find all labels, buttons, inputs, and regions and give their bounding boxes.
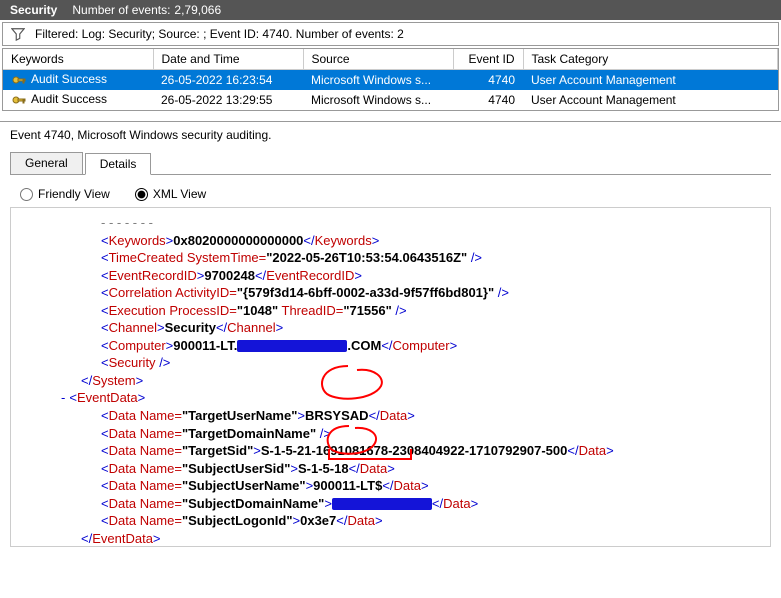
xml-line: <Data Name="TargetUserName">BRSYSAD</Dat… bbox=[101, 407, 760, 425]
col-datetime[interactable]: Date and Time bbox=[153, 49, 303, 70]
col-eventid[interactable]: Event ID bbox=[453, 49, 523, 70]
xml-line: <Computer>900011-LT..COM</Computer> bbox=[101, 337, 760, 355]
friendly-view-radio[interactable]: Friendly View bbox=[20, 187, 110, 201]
xml-line: <Data Name="SubjectLogonId">0x3e7</Data> bbox=[101, 512, 760, 530]
redacted-icon bbox=[237, 340, 347, 352]
event-count-label: Number of events: bbox=[72, 3, 170, 17]
collapse-toggle-icon[interactable]: - bbox=[61, 390, 65, 405]
col-keywords[interactable]: Keywords bbox=[3, 49, 153, 70]
xml-line: <Data Name="SubjectUserName">900011-LT$<… bbox=[101, 477, 760, 495]
event-heading: Event 4740, Microsoft Windows security a… bbox=[10, 128, 771, 142]
tab-details[interactable]: Details bbox=[85, 153, 152, 175]
xml-view-radio[interactable]: XML View bbox=[135, 187, 206, 201]
cell-eventid: 4740 bbox=[453, 90, 523, 110]
cell-source: Microsoft Windows s... bbox=[303, 90, 453, 110]
filter-icon bbox=[11, 27, 25, 41]
key-icon bbox=[11, 92, 27, 108]
cell-eventid: 4740 bbox=[453, 70, 523, 91]
xml-line: <Keywords>0x8020000000000000</Keywords> bbox=[101, 232, 760, 250]
xml-line: -<EventData> bbox=[61, 389, 760, 407]
xml-line: <EventRecordID>9700248</EventRecordID> bbox=[101, 267, 760, 285]
xml-line: <Channel>Security</Channel> bbox=[101, 319, 760, 337]
redacted-icon bbox=[332, 498, 432, 510]
cell-task: User Account Management bbox=[523, 70, 778, 91]
xml-line: <Data Name="SubjectDomainName"></Data> bbox=[101, 495, 760, 513]
table-row[interactable]: Audit Success 26-05-2022 13:29:55 Micros… bbox=[3, 90, 778, 110]
filter-text: Filtered: Log: Security; Source: ; Event… bbox=[35, 27, 404, 41]
cell-keywords: Audit Success bbox=[31, 92, 107, 106]
xml-line: <TimeCreated SystemTime="2022-05-26T10:5… bbox=[101, 249, 760, 267]
xml-line: - - - - - - - bbox=[101, 214, 760, 232]
xml-line: <Data Name="SubjectUserSid">S-1-5-18</Da… bbox=[101, 460, 760, 478]
xml-view-panel[interactable]: - - - - - - - <Keywords>0x80200000000000… bbox=[10, 207, 771, 547]
xml-line: <Security /> bbox=[101, 354, 760, 372]
filter-bar: Filtered: Log: Security; Source: ; Event… bbox=[2, 22, 779, 46]
col-source[interactable]: Source bbox=[303, 49, 453, 70]
view-options: Friendly View XML View bbox=[10, 181, 771, 207]
splitter[interactable] bbox=[0, 113, 781, 121]
xml-line: </EventData> bbox=[81, 530, 760, 547]
xml-line: </System> bbox=[81, 372, 760, 390]
xml-line: <Execution ProcessID="1048" ThreadID="71… bbox=[101, 302, 760, 320]
cell-datetime: 26-05-2022 13:29:55 bbox=[153, 90, 303, 110]
details-panel: Event 4740, Microsoft Windows security a… bbox=[0, 121, 781, 547]
key-icon bbox=[11, 72, 27, 88]
event-grid[interactable]: Keywords Date and Time Source Event ID T… bbox=[2, 48, 779, 111]
table-row[interactable]: Audit Success 26-05-2022 16:23:54 Micros… bbox=[3, 70, 778, 91]
event-grid-header[interactable]: Keywords Date and Time Source Event ID T… bbox=[3, 49, 778, 70]
titlebar-title: Security bbox=[10, 3, 57, 17]
titlebar: Security Number of events: 2,79,066 bbox=[0, 0, 781, 20]
xml-line: <Data Name="TargetSid">S-1-5-21-16910816… bbox=[101, 442, 760, 460]
col-task[interactable]: Task Category bbox=[523, 49, 778, 70]
cell-source: Microsoft Windows s... bbox=[303, 70, 453, 91]
cell-task: User Account Management bbox=[523, 90, 778, 110]
event-count-value: 2,79,066 bbox=[174, 3, 221, 17]
cell-keywords: Audit Success bbox=[31, 72, 107, 86]
tab-general[interactable]: General bbox=[10, 152, 83, 174]
xml-line: <Data Name="TargetDomainName" /> bbox=[101, 425, 760, 443]
xml-line: <Correlation ActivityID="{579f3d14-6bff-… bbox=[101, 284, 760, 302]
tabs: General Details bbox=[10, 152, 771, 175]
cell-datetime: 26-05-2022 16:23:54 bbox=[153, 70, 303, 91]
